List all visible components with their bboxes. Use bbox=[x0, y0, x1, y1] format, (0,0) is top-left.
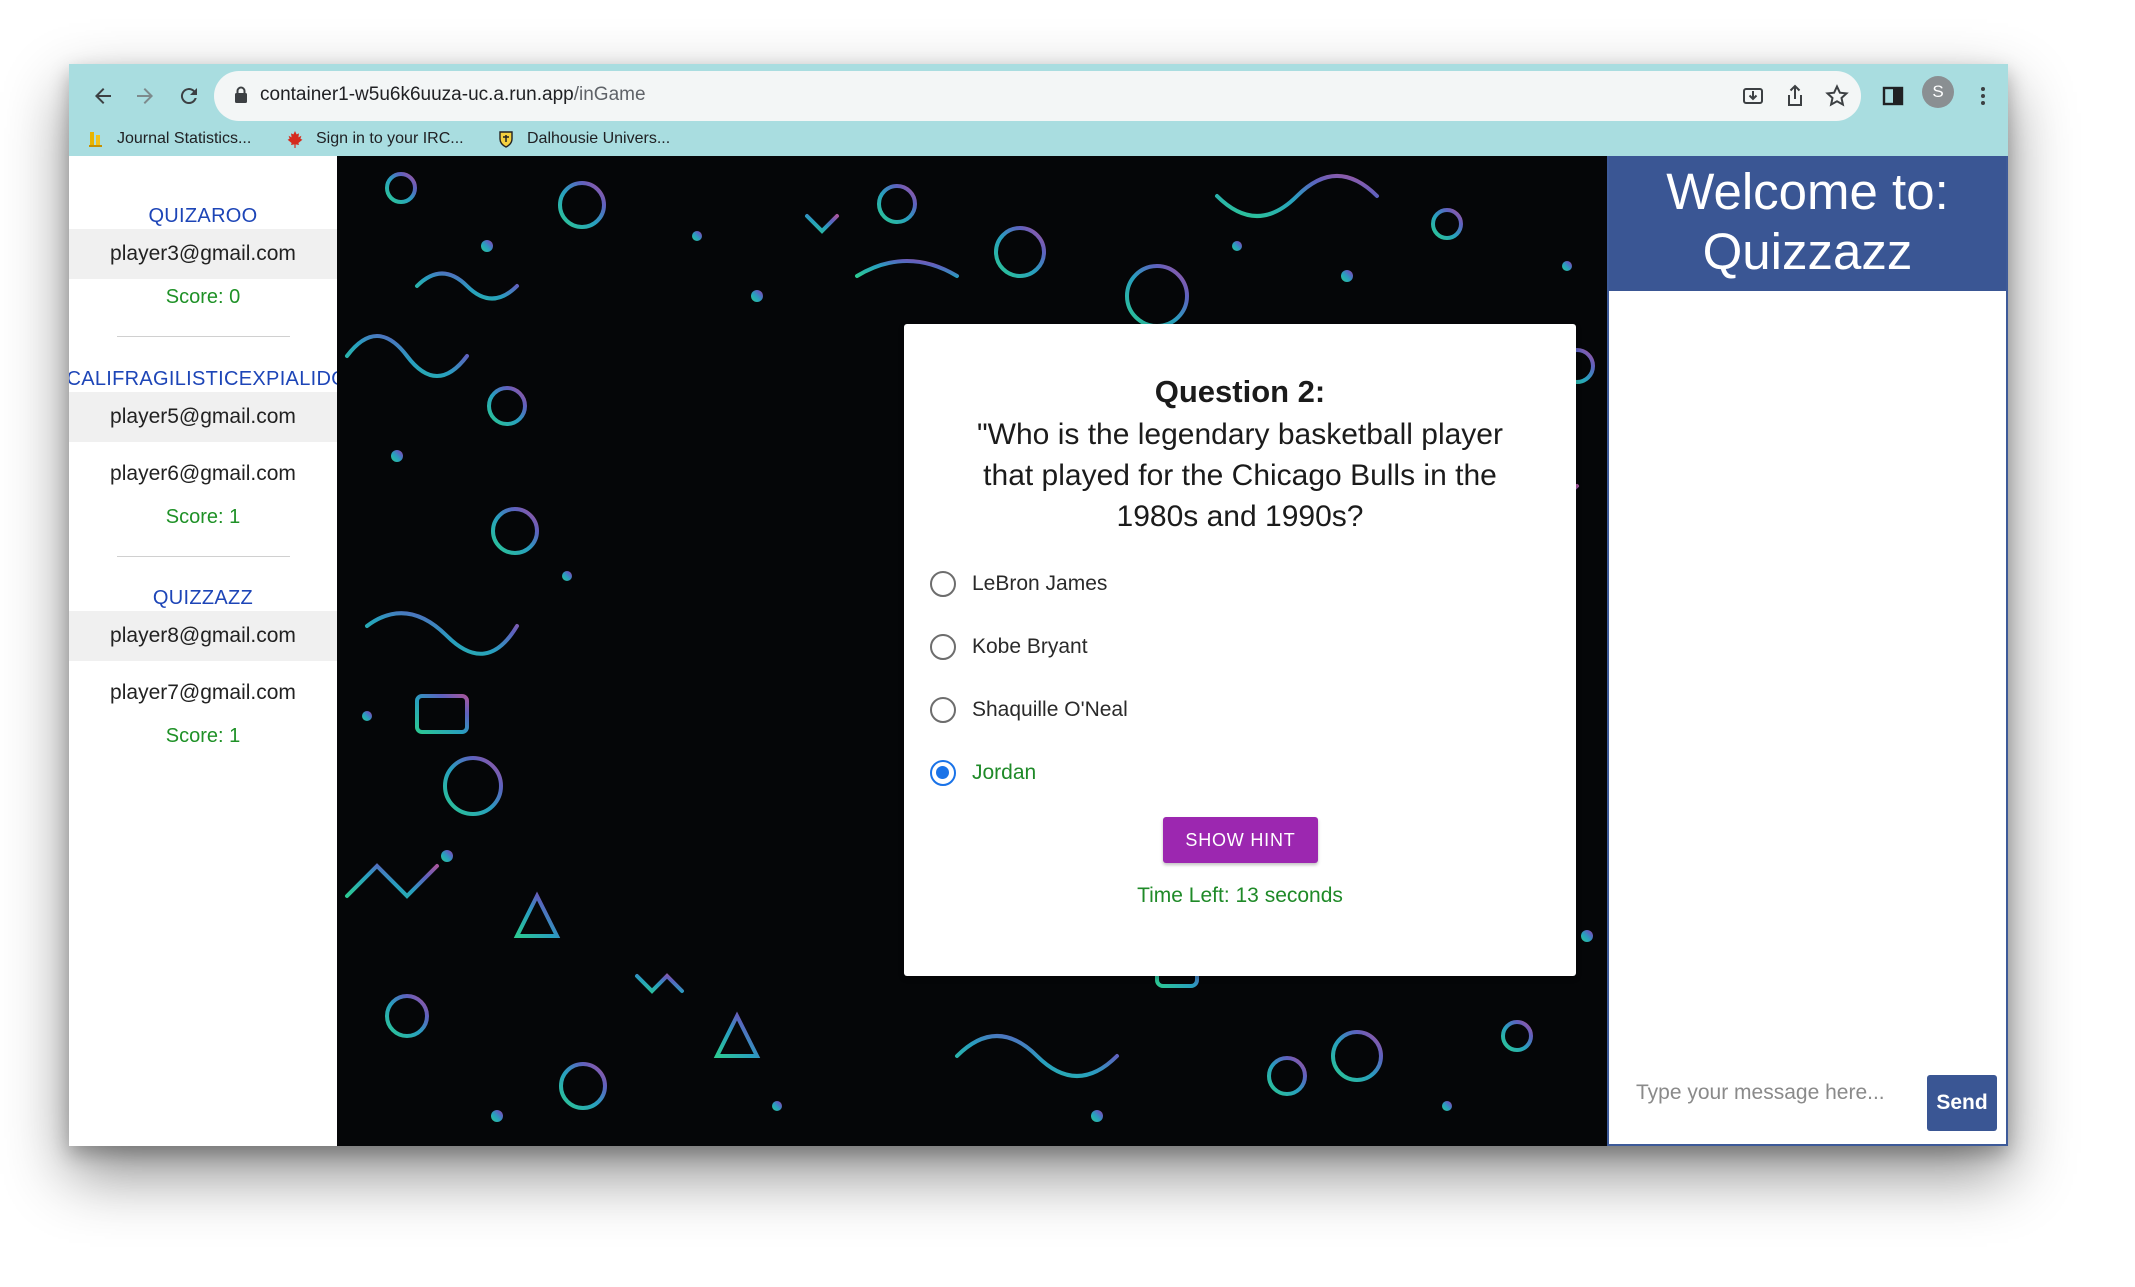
answer-option-shaquille-oneal[interactable]: Shaquille O'Neal bbox=[930, 690, 1128, 730]
radio-button-selected[interactable] bbox=[930, 760, 956, 786]
menu-kebab-icon[interactable] bbox=[1963, 76, 2003, 116]
team-score: Score: 1 bbox=[165, 725, 241, 747]
team-divider bbox=[117, 336, 290, 337]
game-area: Question 2: "Who is the legendary basket… bbox=[337, 156, 1607, 1146]
radio-button[interactable] bbox=[930, 634, 956, 660]
send-button[interactable]: Send bbox=[1927, 1075, 1997, 1131]
bookmark-dalhousie[interactable]: Dalhousie Univers... bbox=[497, 130, 670, 148]
url-host: container1-w5u6k6uuza-uc.a.run.app bbox=[260, 84, 574, 105]
bookmark-star-icon[interactable] bbox=[1824, 83, 1850, 109]
lock-icon bbox=[235, 86, 247, 103]
url-text: container1-w5u6k6uuza-uc.a.run.app/inGam… bbox=[260, 84, 646, 106]
radio-button[interactable] bbox=[930, 697, 956, 723]
browser-toolbar: container1-w5u6k6uuza-uc.a.run.app/inGam… bbox=[69, 64, 2008, 156]
bookmark-label: Dalhousie Univers... bbox=[527, 130, 671, 147]
bookmark-irc-sign-in[interactable]: Sign in to your IRC... bbox=[286, 130, 464, 148]
browser-window: container1-w5u6k6uuza-uc.a.run.app/inGam… bbox=[69, 64, 2008, 1146]
team-name-quizaroo: QUIZAROO bbox=[148, 205, 258, 227]
answer-option-label: Jordan bbox=[972, 761, 1037, 784]
back-icon[interactable] bbox=[83, 76, 123, 116]
team-name-supercalifragilisticexpialidocious: SUPERCALIFRAGILISTICEXPIALIDOCIOUS bbox=[69, 368, 337, 390]
player-row: player6@gmail.com bbox=[110, 462, 296, 485]
journal-icon bbox=[89, 132, 102, 147]
player-row: player8@gmail.com bbox=[69, 611, 337, 661]
show-hint-button[interactable]: SHOW HINT bbox=[1163, 817, 1318, 863]
answer-option-kobe-bryant[interactable]: Kobe Bryant bbox=[930, 627, 1088, 667]
share-icon[interactable] bbox=[1782, 83, 1808, 109]
bookmark-label: Sign in to your IRC... bbox=[316, 130, 464, 147]
maple-leaf-icon bbox=[287, 131, 303, 148]
reload-icon[interactable] bbox=[169, 76, 209, 116]
side-panel-icon[interactable] bbox=[1873, 76, 1913, 116]
chat-header: Welcome to: Quizzazz bbox=[1609, 156, 2006, 291]
url-path: /inGame bbox=[573, 84, 646, 105]
answer-option-lebron-james[interactable]: LeBron James bbox=[930, 564, 1107, 604]
bookmark-label: Journal Statistics... bbox=[117, 130, 252, 147]
answer-option-jordan[interactable]: Jordan bbox=[930, 753, 1036, 793]
player-row: player3@gmail.com bbox=[69, 229, 337, 279]
answer-option-label: Kobe Bryant bbox=[972, 635, 1088, 658]
team-scoreboard: QUIZAROO player3@gmail.com Score: 0 SUPE… bbox=[69, 156, 337, 1146]
answer-option-label: LeBron James bbox=[972, 572, 1108, 595]
question-text: "Who is the legendary basketball player … bbox=[977, 418, 1503, 533]
chat-message-input[interactable] bbox=[1623, 1073, 1923, 1113]
time-left-text: Time Left: 13 seconds bbox=[1137, 884, 1343, 907]
dalhousie-crest-icon bbox=[499, 131, 513, 148]
question-title: Question 2: bbox=[1154, 374, 1326, 409]
address-bar[interactable]: container1-w5u6k6uuza-uc.a.run.app/inGam… bbox=[214, 71, 1861, 121]
install-app-icon[interactable] bbox=[1740, 83, 1766, 109]
bookmarks-bar: Journal Statistics... Sign in to your IR… bbox=[69, 121, 2008, 156]
answer-option-label: Shaquille O'Neal bbox=[972, 698, 1128, 721]
forward-icon[interactable] bbox=[125, 76, 165, 116]
player-row: player7@gmail.com bbox=[110, 681, 296, 704]
chat-panel: Welcome to: Quizzazz Send bbox=[1607, 156, 2008, 1146]
team-score: Score: 1 bbox=[165, 506, 241, 528]
team-name-quizzazz: QUIZZAZZ bbox=[152, 587, 254, 609]
profile-avatar[interactable]: S bbox=[1922, 76, 1954, 108]
question-card: Question 2: "Who is the legendary basket… bbox=[904, 324, 1576, 976]
chat-message-list bbox=[1609, 291, 2006, 1051]
team-score: Score: 0 bbox=[165, 286, 241, 308]
radio-button[interactable] bbox=[930, 571, 956, 597]
bookmark-journal-statistics[interactable]: Journal Statistics... bbox=[87, 130, 251, 148]
game-page: QUIZAROO player3@gmail.com Score: 0 SUPE… bbox=[69, 156, 2008, 1146]
player-row: player5@gmail.com bbox=[69, 392, 337, 442]
team-divider bbox=[117, 556, 290, 557]
